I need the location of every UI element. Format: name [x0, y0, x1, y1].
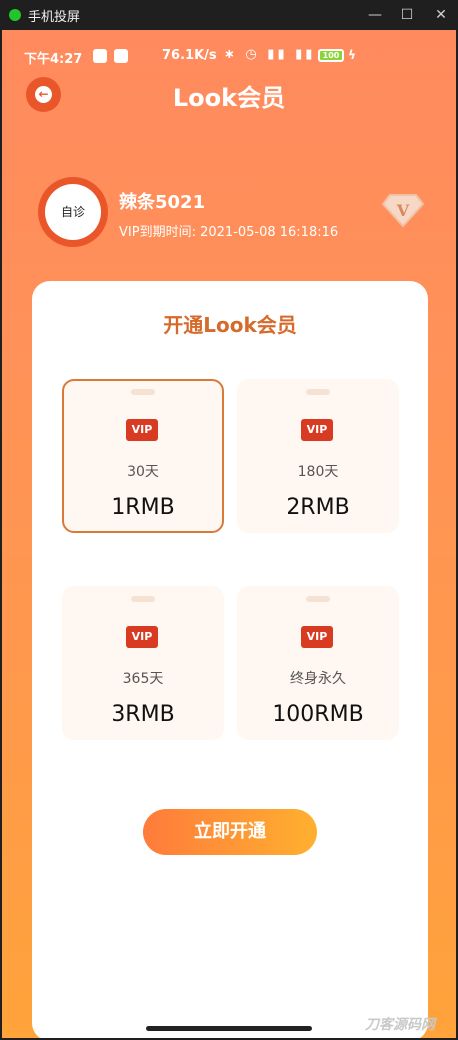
plan-option-lifetime[interactable]: VIP 终身永久 100RMB — [237, 586, 399, 740]
plan-price: 1RMB — [111, 495, 175, 520]
plan-price: 3RMB — [111, 702, 175, 727]
home-indicator[interactable] — [146, 1026, 312, 1031]
page-title: Look会员 — [172, 84, 286, 112]
avatar[interactable]: 自诊 — [38, 177, 108, 247]
username: 辣条5021 — [119, 192, 206, 213]
plan-price: 100RMB — [272, 702, 364, 727]
vip-badge-icon: VIP — [126, 626, 158, 648]
plan-duration: 365天 — [122, 671, 164, 687]
vip-badge-icon: VIP — [301, 626, 333, 648]
plan-price: 2RMB — [286, 495, 350, 520]
window-title: 手机投屏 — [28, 10, 81, 25]
vip-diamond-icon: V — [382, 194, 424, 228]
plan-tab — [306, 389, 330, 395]
svg-text:V: V — [396, 201, 410, 220]
vip-badge-icon: VIP — [301, 419, 333, 441]
notification-icon — [114, 49, 128, 63]
window-titlebar: 手机投屏 — ☐ ✕ — [0, 0, 458, 30]
plan-duration: 30天 — [127, 464, 159, 480]
plan-option-30-days[interactable]: VIP 30天 1RMB — [62, 379, 224, 533]
plan-tab — [131, 389, 155, 395]
phone-screen: 下午4:27 76.1K/s ∗ ◷ ▮▮ ▮▮ ◔ 100 ϟ ← Look会… — [2, 30, 456, 1038]
notification-icon — [93, 49, 107, 63]
card-title: 开通Look会员 — [163, 313, 297, 337]
activate-now-button[interactable]: 立即开通 — [143, 809, 317, 855]
network-speed: 76.1K/s — [162, 48, 217, 63]
close-button[interactable]: ✕ — [430, 4, 452, 26]
charging-icon: ϟ — [348, 48, 356, 62]
maximize-button[interactable]: ☐ — [396, 4, 418, 26]
minimize-button[interactable]: — — [364, 4, 386, 26]
membership-card: 开通Look会员 VIP 30天 1RMB VIP 180天 2RMB VIP … — [32, 281, 428, 1038]
battery-icon: 100 — [318, 49, 344, 62]
watermark: 刀客源码网 — [365, 1017, 435, 1033]
plan-tab — [306, 596, 330, 602]
vip-badge-icon: VIP — [126, 419, 158, 441]
plan-option-180-days[interactable]: VIP 180天 2RMB — [237, 379, 399, 533]
plan-duration: 180天 — [297, 464, 339, 480]
plan-tab — [131, 596, 155, 602]
status-bar: 下午4:27 76.1K/s ∗ ◷ ▮▮ ▮▮ ◔ 100 ϟ — [2, 30, 456, 82]
vip-expiry: VIP到期时间: 2021-05-08 16:18:16 — [119, 225, 339, 240]
plan-option-365-days[interactable]: VIP 365天 3RMB — [62, 586, 224, 740]
plan-duration: 终身永久 — [290, 671, 346, 687]
avatar-image: 自诊 — [45, 184, 101, 240]
status-time: 下午4:27 — [24, 52, 83, 67]
app-status-icon — [9, 9, 21, 21]
